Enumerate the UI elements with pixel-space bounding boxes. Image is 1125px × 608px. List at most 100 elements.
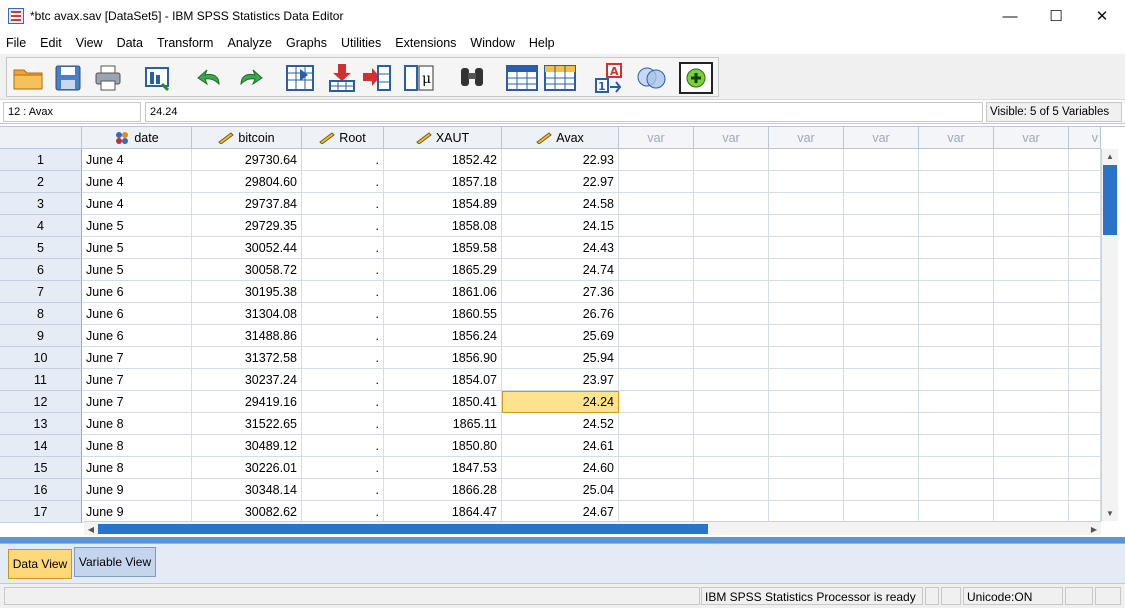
data-cell-avax[interactable]: 27.36 [502, 281, 619, 303]
data-cell-xaut[interactable]: 1865.29 [384, 259, 502, 281]
empty-cell[interactable] [844, 457, 919, 479]
empty-cell[interactable] [844, 501, 919, 523]
data-cell-avax[interactable]: 24.15 [502, 215, 619, 237]
data-cell-root[interactable]: . [302, 281, 384, 303]
empty-cell[interactable] [994, 281, 1069, 303]
empty-cell[interactable] [994, 193, 1069, 215]
empty-cell[interactable] [694, 149, 769, 171]
column-header-date[interactable]: date [82, 127, 192, 149]
menu-edit[interactable]: Edit [34, 36, 70, 50]
row-header[interactable]: 4 [0, 215, 82, 237]
empty-cell[interactable] [919, 303, 994, 325]
data-cell-xaut[interactable]: 1864.47 [384, 501, 502, 523]
save-button[interactable] [51, 62, 85, 94]
data-cell-date[interactable]: June 8 [82, 435, 192, 457]
data-cell-avax[interactable]: 23.97 [502, 369, 619, 391]
empty-cell[interactable] [844, 281, 919, 303]
data-cell-xaut[interactable]: 1854.07 [384, 369, 502, 391]
data-cell-bitcoin[interactable]: 31304.08 [192, 303, 302, 325]
data-cell-root[interactable]: . [302, 501, 384, 523]
data-cell-bitcoin[interactable]: 30052.44 [192, 237, 302, 259]
data-cell-root[interactable]: . [302, 435, 384, 457]
vertical-scrollbar[interactable]: ▲ ▼ [1101, 149, 1118, 521]
empty-cell[interactable] [694, 479, 769, 501]
empty-cell[interactable] [769, 193, 844, 215]
row-header[interactable]: 9 [0, 325, 82, 347]
open-button[interactable] [11, 62, 45, 94]
empty-cell[interactable] [769, 457, 844, 479]
data-cell-bitcoin[interactable]: 30237.24 [192, 369, 302, 391]
empty-cell[interactable] [694, 193, 769, 215]
column-header-empty-var[interactable]: var [694, 127, 769, 149]
data-cell-date[interactable]: June 7 [82, 347, 192, 369]
row-header[interactable]: 13 [0, 413, 82, 435]
empty-cell[interactable] [994, 501, 1069, 523]
scroll-down-icon[interactable]: ▼ [1102, 506, 1118, 521]
row-header[interactable]: 5 [0, 237, 82, 259]
empty-cell[interactable] [919, 149, 994, 171]
data-cell-date[interactable]: June 8 [82, 457, 192, 479]
empty-cell[interactable] [769, 237, 844, 259]
empty-cell[interactable] [1069, 237, 1101, 259]
empty-cell[interactable] [694, 281, 769, 303]
data-cell-root[interactable]: . [302, 479, 384, 501]
data-cell-date[interactable]: June 4 [82, 193, 192, 215]
maximize-button[interactable]: ☐ [1033, 0, 1079, 32]
empty-cell[interactable] [919, 281, 994, 303]
empty-cell[interactable] [619, 215, 694, 237]
empty-cell[interactable] [619, 479, 694, 501]
insert-cases-button[interactable] [325, 62, 359, 94]
data-cell-avax[interactable]: 26.76 [502, 303, 619, 325]
empty-cell[interactable] [619, 413, 694, 435]
row-header[interactable]: 16 [0, 479, 82, 501]
data-cell-avax[interactable]: 22.93 [502, 149, 619, 171]
menu-graphs[interactable]: Graphs [280, 36, 335, 50]
data-cell-avax[interactable]: 24.61 [502, 435, 619, 457]
empty-cell[interactable] [619, 391, 694, 413]
data-cell-bitcoin[interactable]: 30058.72 [192, 259, 302, 281]
data-cell-date[interactable]: June 9 [82, 479, 192, 501]
empty-cell[interactable] [769, 479, 844, 501]
variables-button[interactable]: μ [403, 62, 437, 94]
data-cell-date[interactable]: June 7 [82, 391, 192, 413]
empty-cell[interactable] [694, 369, 769, 391]
empty-cell[interactable] [769, 281, 844, 303]
undo-button[interactable] [193, 62, 227, 94]
scroll-right-icon[interactable]: ▶ [1087, 522, 1101, 536]
empty-cell[interactable] [844, 303, 919, 325]
data-cell-avax[interactable]: 24.43 [502, 237, 619, 259]
goto-case-button[interactable] [283, 62, 317, 94]
menu-analyze[interactable]: Analyze [221, 36, 279, 50]
empty-cell[interactable] [994, 391, 1069, 413]
empty-cell[interactable] [919, 501, 994, 523]
data-cell-date[interactable]: June 9 [82, 501, 192, 523]
empty-cell[interactable] [919, 237, 994, 259]
empty-cell[interactable] [994, 413, 1069, 435]
data-cell-avax[interactable]: 25.04 [502, 479, 619, 501]
data-cell-xaut[interactable]: 1857.18 [384, 171, 502, 193]
empty-cell[interactable] [844, 413, 919, 435]
row-header[interactable]: 11 [0, 369, 82, 391]
row-header[interactable]: 7 [0, 281, 82, 303]
empty-cell[interactable] [844, 215, 919, 237]
empty-cell[interactable] [694, 347, 769, 369]
empty-cell[interactable] [694, 325, 769, 347]
empty-cell[interactable] [919, 347, 994, 369]
empty-cell[interactable] [694, 391, 769, 413]
empty-cell[interactable] [694, 303, 769, 325]
row-header[interactable]: 15 [0, 457, 82, 479]
empty-cell[interactable] [1069, 391, 1101, 413]
empty-cell[interactable] [844, 369, 919, 391]
data-cell-date[interactable]: June 4 [82, 149, 192, 171]
empty-cell[interactable] [694, 259, 769, 281]
data-cell-avax[interactable]: 25.69 [502, 325, 619, 347]
empty-cell[interactable] [1069, 347, 1101, 369]
empty-cell[interactable] [694, 501, 769, 523]
data-cell-bitcoin[interactable]: 30082.62 [192, 501, 302, 523]
empty-cell[interactable] [994, 479, 1069, 501]
empty-cell[interactable] [919, 259, 994, 281]
empty-cell[interactable] [1069, 171, 1101, 193]
select-cases-button[interactable] [543, 62, 577, 94]
data-cell-bitcoin[interactable]: 29729.35 [192, 215, 302, 237]
redo-button[interactable] [233, 62, 267, 94]
